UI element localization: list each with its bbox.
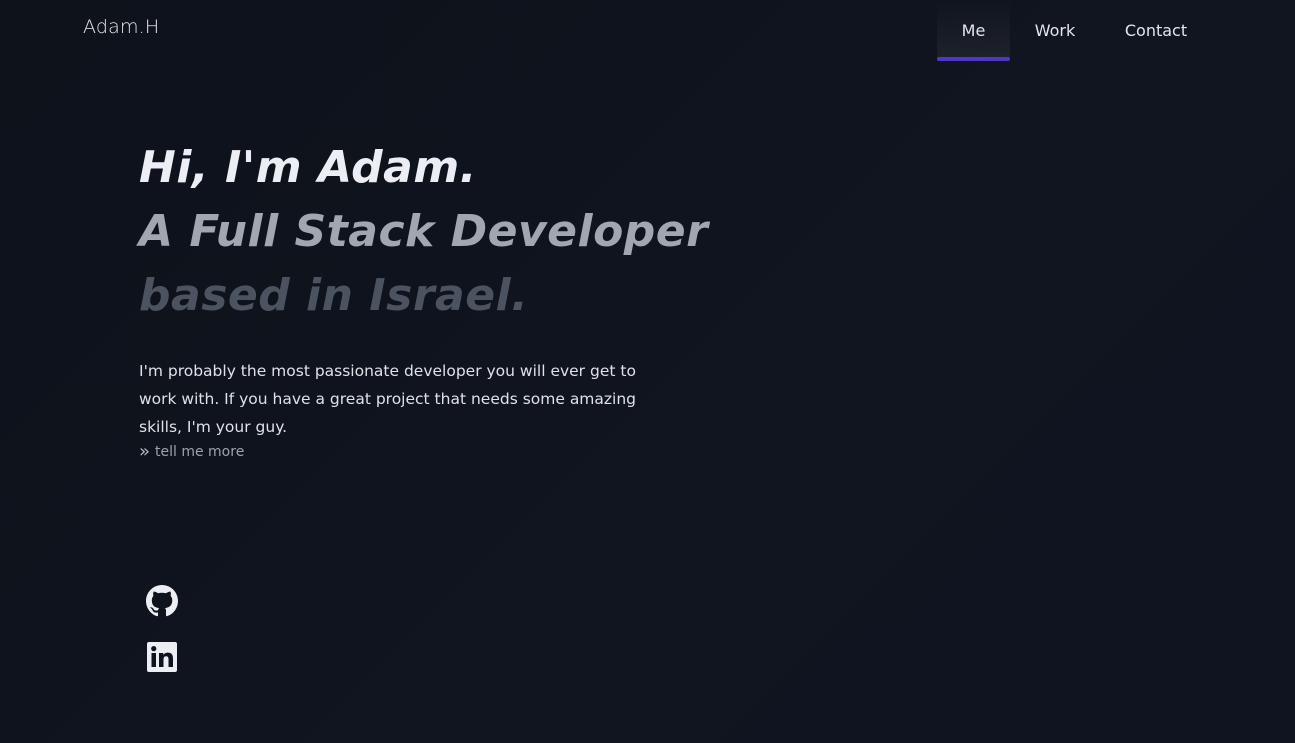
hero-role: A Full Stack Developer bbox=[139, 206, 709, 257]
main-nav: Me Work Contact bbox=[937, 0, 1212, 61]
double-chevron-right-icon: » bbox=[139, 441, 151, 462]
linkedin-icon bbox=[147, 642, 177, 672]
github-icon bbox=[146, 585, 178, 617]
intro-paragraph: I'm probably the most passionate develop… bbox=[139, 362, 637, 436]
tell-me-more-link[interactable]: » tell me more bbox=[139, 441, 244, 462]
github-link[interactable] bbox=[146, 585, 178, 617]
hero-location: based in Israel. bbox=[139, 270, 529, 321]
site-header: Adam.H Me Work Contact bbox=[0, 0, 1295, 62]
nav-item-contact[interactable]: Contact bbox=[1100, 0, 1212, 61]
linkedin-link[interactable] bbox=[146, 641, 178, 673]
site-logo[interactable]: Adam.H bbox=[83, 16, 159, 38]
tell-me-more-label: tell me more bbox=[155, 443, 245, 460]
hero-heading: Hi, I'm Adam. A Full Stack Developer bas… bbox=[139, 136, 708, 328]
hero-greeting: Hi, I'm Adam. bbox=[139, 142, 477, 193]
nav-item-me[interactable]: Me bbox=[937, 0, 1010, 61]
nav-item-work[interactable]: Work bbox=[1010, 0, 1100, 61]
